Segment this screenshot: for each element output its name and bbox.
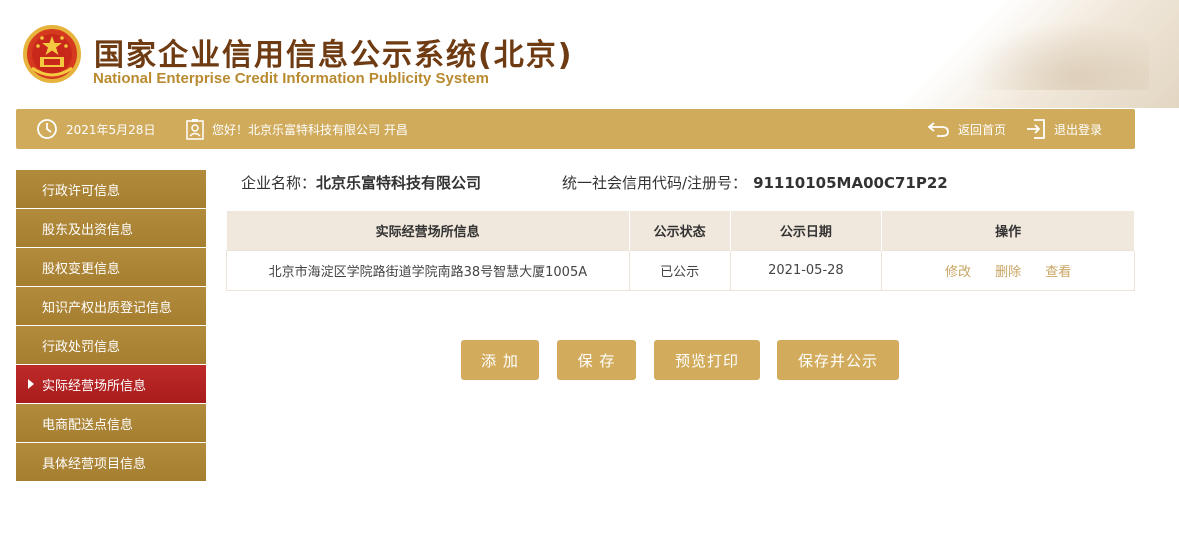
add-button[interactable]: 添 加 bbox=[461, 340, 539, 380]
column-header-address: 实际经营场所信息 bbox=[226, 211, 630, 250]
return-arrow-icon bbox=[928, 122, 949, 137]
edit-link[interactable]: 修改 bbox=[945, 265, 971, 280]
company-name-line: 企业名称：北京乐富特科技有限公司 bbox=[241, 172, 481, 193]
company-name-label: 企业名称： bbox=[241, 174, 317, 192]
sidebar-item-label: 知识产权出质登记信息 bbox=[42, 300, 173, 316]
credit-code: 91110105MA00C71P22 bbox=[753, 174, 948, 192]
sidebar-item-ecommerce-delivery[interactable]: 电商配送点信息 bbox=[16, 404, 206, 442]
sidebar-item-business-premises[interactable]: 实际经营场所信息 bbox=[16, 365, 206, 403]
sidebar-item-label: 行政许可信息 bbox=[42, 183, 121, 199]
logout-link[interactable]: 退出登录 bbox=[1026, 109, 1102, 149]
sidebar-item-label: 股东及出资信息 bbox=[42, 222, 134, 238]
sidebar-nav: 行政许可信息 股东及出资信息 股权变更信息 知识产权出质登记信息 行政处罚信息 … bbox=[16, 170, 206, 482]
sidebar-item-shareholders[interactable]: 股东及出资信息 bbox=[16, 209, 206, 247]
sidebar-item-label: 行政处罚信息 bbox=[42, 339, 121, 355]
company-name: 北京乐富特科技有限公司 bbox=[316, 174, 482, 192]
user-greeting: 您好！北京乐富特科技有限公司 开昌 bbox=[186, 109, 408, 149]
user-card-icon bbox=[186, 119, 204, 140]
credit-code-line: 统一社会信用代码/注册号： 91110105MA00C71P22 bbox=[562, 172, 948, 193]
logout-icon bbox=[1027, 119, 1045, 139]
sidebar-item-label: 股权变更信息 bbox=[42, 261, 121, 277]
delete-link[interactable]: 删除 bbox=[995, 265, 1021, 280]
table-row: 北京市海淀区学院路街道学院南路38号智慧大厦1005A 已公示 2021-05-… bbox=[226, 249, 1135, 291]
logout-label: 退出登录 bbox=[1054, 122, 1103, 137]
cell-actions: 修改 删除 查看 bbox=[881, 249, 1135, 291]
sidebar-item-admin-penalty[interactable]: 行政处罚信息 bbox=[16, 326, 206, 364]
table-header-row: 实际经营场所信息 公示状态 公示日期 操作 bbox=[226, 211, 1135, 250]
sidebar-item-admin-license[interactable]: 行政许可信息 bbox=[16, 170, 206, 208]
column-header-status: 公示状态 bbox=[629, 211, 731, 250]
cell-status: 已公示 bbox=[628, 249, 731, 291]
home-link[interactable]: 返回首页 bbox=[928, 109, 1006, 149]
save-button[interactable]: 保 存 bbox=[557, 340, 636, 380]
cell-date: 2021-05-28 bbox=[729, 249, 883, 291]
clock-icon bbox=[37, 119, 57, 139]
site-title: 国家企业信用信息公示系统(北京) bbox=[94, 38, 574, 73]
credit-code-label: 统一社会信用代码/注册号： bbox=[562, 174, 748, 192]
column-header-actions: 操作 bbox=[881, 211, 1135, 250]
greeting-text: 您好！北京乐富特科技有限公司 开昌 bbox=[212, 122, 408, 137]
site-subtitle: National Enterprise Credit Information P… bbox=[93, 70, 489, 87]
home-label: 返回首页 bbox=[958, 122, 1007, 137]
page-header: 国家企业信用信息公示系统(北京) National Enterprise Cre… bbox=[0, 0, 1179, 108]
top-bar: 2021年5月28日 您好！北京乐富特科技有限公司 开昌 返回首页 退出登录 bbox=[16, 109, 1135, 149]
preview-print-button[interactable]: 预览打印 bbox=[654, 340, 760, 380]
column-header-date: 公示日期 bbox=[730, 211, 883, 250]
sidebar-item-label: 具体经营项目信息 bbox=[42, 456, 147, 472]
premises-table: 实际经营场所信息 公示状态 公示日期 操作 北京市海淀区学院路街道学院南路38号… bbox=[226, 211, 1135, 291]
sidebar-item-label: 电商配送点信息 bbox=[42, 417, 134, 433]
date-display: 2021年5月28日 bbox=[36, 109, 155, 149]
mountain-decoration bbox=[879, 0, 1179, 108]
sidebar-item-equity-change[interactable]: 股权变更信息 bbox=[16, 248, 206, 286]
date-text: 2021年5月28日 bbox=[66, 122, 156, 137]
sidebar-item-ip-pledge[interactable]: 知识产权出质登记信息 bbox=[16, 287, 206, 325]
view-link[interactable]: 查看 bbox=[1045, 265, 1071, 280]
save-publish-button[interactable]: 保存并公示 bbox=[777, 340, 899, 380]
national-emblem-icon bbox=[23, 25, 81, 83]
cell-address: 北京市海淀区学院路街道学院南路38号智慧大厦1005A bbox=[226, 249, 630, 291]
sidebar-item-label: 实际经营场所信息 bbox=[42, 378, 147, 394]
sidebar-item-business-projects[interactable]: 具体经营项目信息 bbox=[16, 443, 206, 481]
active-arrow-icon bbox=[28, 379, 34, 389]
